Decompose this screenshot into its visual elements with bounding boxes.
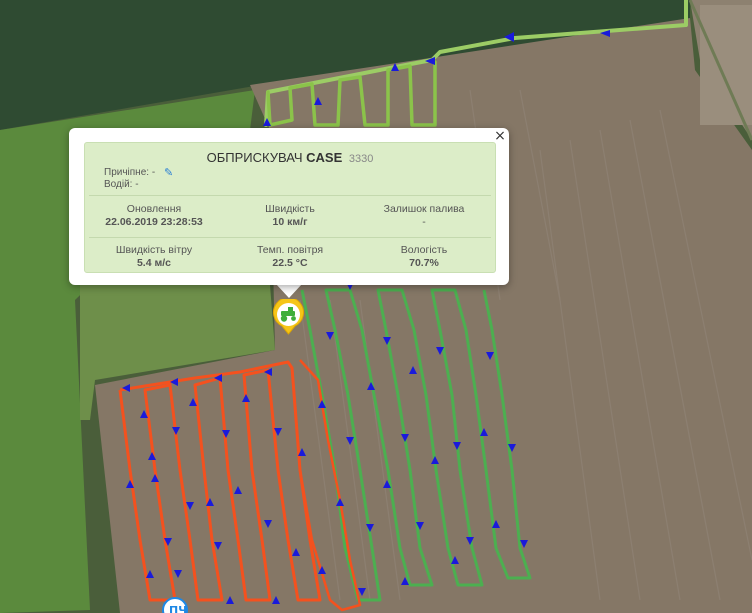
close-icon[interactable]: × (493, 129, 507, 143)
svg-text:ПЧ: ПЧ (169, 604, 187, 613)
vehicle-info-card: ОБПРИСКУВАЧ CASE 3330 Причіпне: - ✎ Воді… (84, 142, 496, 273)
update-cell: Оновлення 22.06.2019 23:28:53 (86, 203, 222, 228)
divider (89, 237, 491, 238)
wind-cell: Швидкість вітру 5.4 м/с (86, 244, 222, 269)
humidity-label: Вологість (400, 244, 448, 256)
fuel-cell: Залишок палива - (356, 203, 492, 228)
update-value: 22.06.2019 23:28:53 (105, 216, 203, 228)
fuel-label: Залишок палива (383, 203, 465, 215)
humidity-value: 70.7% (409, 257, 439, 269)
vehicle-popup: × ОБПРИСКУВАЧ CASE 3330 Причіпне: - ✎ Во… (69, 128, 509, 285)
vehicle-meta: Причіпне: - ✎ Водій: - (104, 167, 173, 191)
popup-tip (276, 284, 302, 298)
temperature-label: Темп. повітря (256, 244, 324, 256)
vehicle-brand: CASE (306, 150, 343, 165)
driver-label: Водій: - (104, 179, 139, 190)
speed-cell: Швидкість 10 км/г (222, 203, 358, 228)
wind-label: Швидкість вітру (115, 244, 193, 256)
tractor-marker[interactable] (272, 299, 305, 335)
vehicle-title: ОБПРИСКУВАЧ CASE 3330 (85, 150, 495, 165)
vehicle-number: 3330 (348, 153, 374, 165)
vehicle-marker-partial[interactable]: ПЧ (162, 597, 188, 613)
pencil-icon[interactable]: ✎ (164, 167, 173, 179)
vehicle-type: ОБПРИСКУВАЧ (206, 150, 303, 165)
divider (89, 195, 491, 196)
temperature-cell: Темп. повітря 22.5 °C (222, 244, 358, 269)
wind-value: 5.4 м/с (136, 257, 172, 269)
speed-label: Швидкість (265, 203, 315, 215)
fuel-value: - (422, 216, 426, 228)
field-east-strip (700, 5, 752, 125)
temperature-value: 22.5 °C (272, 257, 308, 269)
humidity-cell: Вологість 70.7% (356, 244, 492, 269)
satellite-map[interactable]: ПЧ (0, 0, 752, 613)
trailer-label: Причіпне: - (104, 167, 156, 178)
speed-value: 10 км/г (272, 216, 308, 228)
update-label: Оновлення (126, 203, 182, 215)
